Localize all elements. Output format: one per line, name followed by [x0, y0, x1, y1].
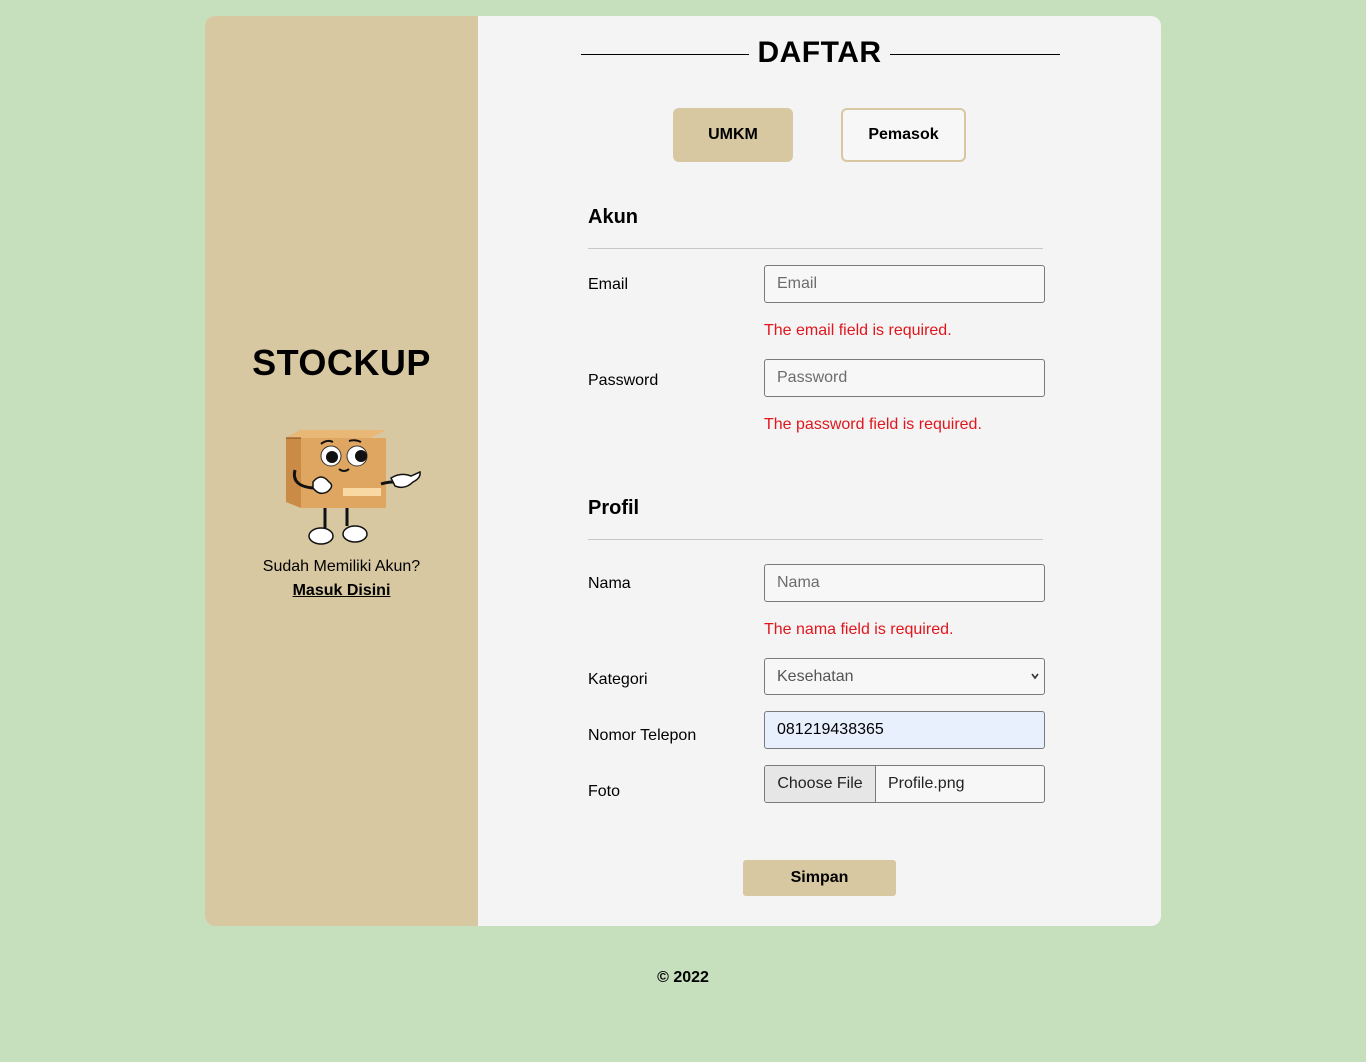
file-name: Profile.png	[888, 775, 965, 792]
nama-error: The nama field is required.	[764, 621, 954, 638]
role-pemasok-button[interactable]: Pemasok	[841, 108, 966, 162]
kategori-select[interactable]: Kesehatan	[764, 658, 1045, 695]
register-card: STOCKUP Sudah Memiliki Akun? Masuk Disin…	[205, 16, 1161, 926]
footer-copyright: © 2022	[657, 969, 709, 986]
nama-label: Nama	[588, 575, 631, 592]
email-input[interactable]	[764, 265, 1045, 303]
kategori-label: Kategori	[588, 671, 648, 688]
have-account-text: Sudah Memiliki Akun?	[262, 558, 421, 575]
password-label: Password	[588, 372, 659, 389]
chevron-down-icon	[1031, 673, 1039, 680]
email-error: The email field is required.	[764, 322, 952, 339]
page-title: DAFTAR	[757, 36, 882, 69]
login-link[interactable]: Masuk Disini	[205, 582, 478, 600]
telepon-input[interactable]	[764, 711, 1045, 749]
save-button[interactable]: Simpan	[743, 860, 896, 896]
section-divider	[588, 248, 1043, 249]
foto-label: Foto	[588, 783, 621, 800]
password-error: The password field is required.	[764, 416, 982, 433]
email-label: Email	[588, 276, 629, 293]
title-rule-right	[890, 54, 1060, 55]
section-title-akun: Akun	[588, 206, 638, 228]
telepon-label: Nomor Telepon	[588, 727, 697, 744]
foto-file-input[interactable]: Choose File Profile.png	[764, 765, 1045, 803]
password-input[interactable]	[764, 359, 1045, 397]
role-umkm-button[interactable]: UMKM	[673, 108, 793, 162]
section-divider	[588, 539, 1043, 540]
kategori-selected-value: Kesehatan	[777, 667, 854, 685]
nama-input[interactable]	[764, 564, 1045, 602]
section-title-profil: Profil	[588, 497, 640, 519]
box-mascot-illustration	[286, 430, 421, 545]
register-form-panel: DAFTAR UMKM Pemasok Akun Email The email…	[478, 16, 1161, 926]
brand-logo-text: STOCKUP	[252, 342, 431, 383]
brand-panel: STOCKUP Sudah Memiliki Akun? Masuk Disin…	[205, 16, 478, 926]
choose-file-button[interactable]: Choose File	[765, 766, 876, 802]
